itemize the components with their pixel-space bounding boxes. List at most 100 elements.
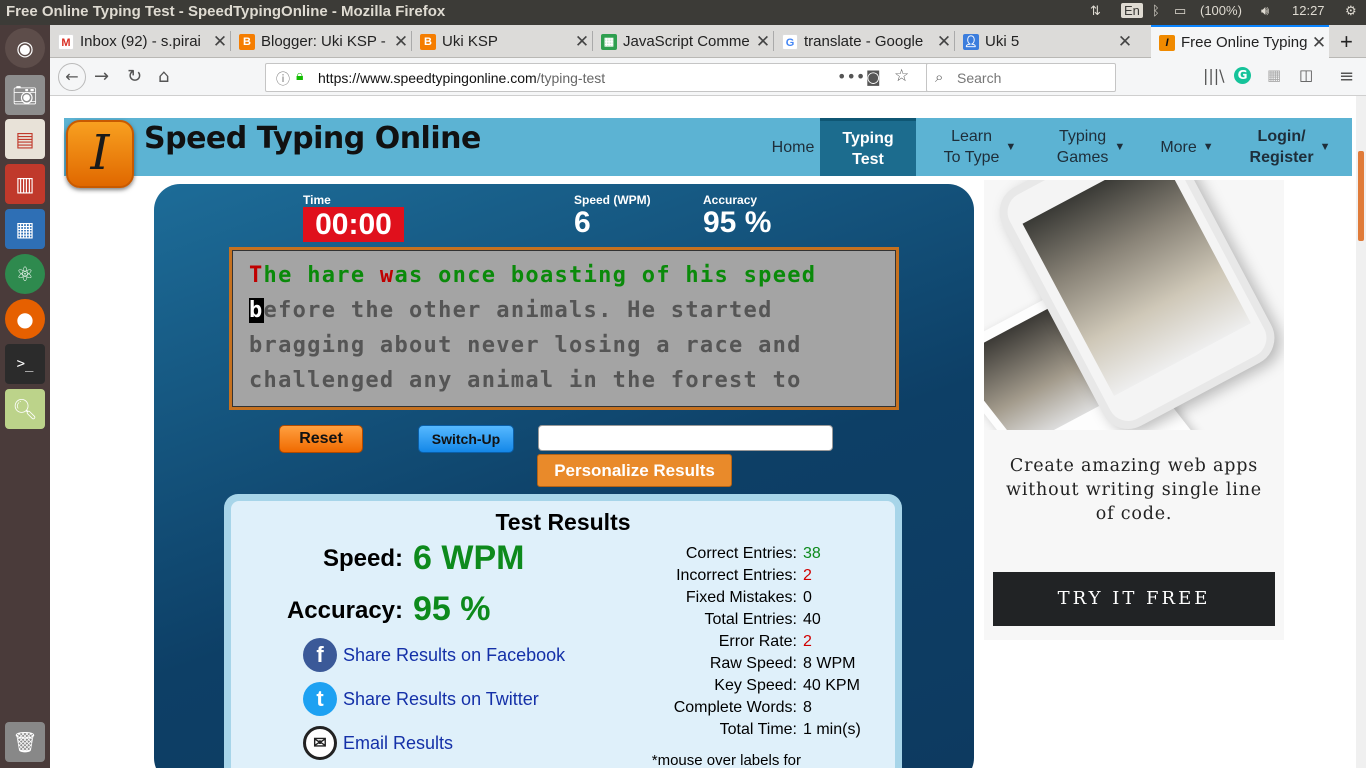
info-icon[interactable]: ⓘ [276,69,290,89]
accuracy-summary-label[interactable]: Accuracy: [271,597,403,625]
tab-uki-5[interactable]: 👤︎ Uki 5 ✕ [955,25,1135,58]
archive-icon[interactable]: ▥ [5,164,45,204]
reload-button[interactable]: ↻ [127,66,142,87]
stat-value: 40 KPM [803,677,860,694]
battery-icon[interactable]: ▭ [1174,3,1186,19]
stat-row: Key Speed: 40 KPM [631,677,871,699]
typing-text-box[interactable]: The hare was once boasting of his speed … [229,247,899,410]
stat-row: Total Entries: 40 [631,611,871,633]
grammarly-icon[interactable]: G [1234,67,1251,84]
timer-display: 00:00 [303,207,404,242]
sidebar-icon[interactable]: ◫ [1299,66,1313,84]
share-twitter-link[interactable]: t Share Results on Twitter [303,681,539,717]
personalize-results-button[interactable]: Personalize Results [537,454,732,487]
tab-uki-ksp[interactable]: B Uki KSP ✕ [412,25,592,58]
share-twitter-label[interactable]: Share Results on Twitter [343,689,539,710]
tab-label: translate - Google [804,33,924,50]
extension-icon[interactable]: ▦ [1267,66,1281,84]
stat-value: 0 [803,589,812,606]
image-viewer-icon[interactable]: 🔍︎ [5,389,45,429]
site-name[interactable]: Speed Typing Online [144,121,481,156]
library-icon[interactable]: |||\ [1203,66,1225,85]
bluetooth-icon[interactable]: ᛒ [1152,3,1160,18]
share-facebook-link[interactable]: f Share Results on Facebook [303,637,565,673]
switch-up-button[interactable]: Switch-Up [418,425,514,453]
typing-input[interactable] [538,425,833,451]
nav-typing-test[interactable]: Typing Test [820,118,916,176]
writer-icon[interactable]: ▦ [5,209,45,249]
nav-login-register[interactable]: Login/Register ▼ [1242,118,1338,176]
network-icon[interactable]: ⇅ [1090,3,1101,19]
bookmark-star-icon[interactable]: ☆ [894,66,909,86]
close-icon[interactable]: ✕ [210,32,230,52]
page-scrollbar[interactable] [1356,96,1366,768]
close-icon[interactable]: ✕ [753,32,773,52]
keyboard-layout[interactable]: En [1121,3,1143,18]
menu-icon[interactable]: ≡ [1339,66,1354,87]
tab-free-online-typing[interactable]: I Free Online Typing ✕ [1151,25,1329,58]
stat-label[interactable]: Key Speed: [714,677,797,695]
ad-try-button[interactable]: TRY IT FREE [993,572,1275,626]
scrollbar-thumb[interactable] [1358,151,1364,241]
stat-label[interactable]: Complete Words: [674,699,797,717]
speed-label: Speed (WPM) [574,193,651,207]
url-bar[interactable]: ⓘ 🔒︎ https://www.speedtypingonline.com/t… [265,63,968,92]
reset-button[interactable]: Reset [279,425,363,453]
back-button[interactable]: ← [58,63,86,91]
close-icon[interactable]: ✕ [934,32,954,52]
new-tab-button[interactable]: + [1330,25,1364,58]
document-viewer-icon[interactable]: ▤ [5,119,45,159]
tab-blogger[interactable]: B Blogger: Uki KSP - ✕ [231,25,411,58]
url-path: /typing-test [536,70,606,86]
launcher: ◉ 📷︎ ▤ ▥ ▦ ⚛ ● >_ 🔍︎ 🗑︎ [0,25,50,768]
camera-icon[interactable]: 📷︎ [5,75,45,115]
nav-label-line2: Games [1056,149,1109,166]
nav-typing-games[interactable]: Typing Games ▼ [1046,118,1136,176]
nav-learn-to-type[interactable]: Learn To Type ▼ [930,118,1030,176]
tab-translate[interactable]: G translate - Google ✕ [774,25,954,58]
stat-label[interactable]: Correct Entries: [686,545,797,563]
volume-icon[interactable]: 🔊︎ [1261,3,1269,19]
ad-text[interactable]: Create amazing web apps without writing … [1004,454,1264,526]
tab-javascript[interactable]: ▦ JavaScript Comme ✕ [593,25,773,58]
url-text[interactable]: https://www.speedtypingonline.com/typing… [318,70,605,86]
stat-label[interactable]: Fixed Mistakes: [686,589,797,607]
search-box[interactable]: ⌕ Search [926,63,1116,92]
trash-icon[interactable]: 🗑︎ [5,722,45,762]
page-actions-icon[interactable]: ••• [837,67,865,86]
stat-label[interactable]: Incorrect Entries: [676,567,797,585]
text-line-1: The hare was once boasting of his speed [249,263,817,288]
stat-value: 40 [803,611,821,628]
lock-icon[interactable]: 🔒︎ [296,68,303,84]
stat-label[interactable]: Error Rate: [719,633,797,651]
pocket-icon[interactable]: ◙ [866,68,881,86]
email-results-link[interactable]: ✉ Email Results [303,725,453,761]
nav-more[interactable]: More ▼ [1152,118,1222,176]
email-results-label[interactable]: Email Results [343,733,453,754]
stat-value: 1 min(s) [803,721,861,738]
stat-label[interactable]: Raw Speed: [710,655,797,673]
ubuntu-logo-icon[interactable]: ◉ [5,28,45,68]
gear-icon[interactable]: ⚙ [1345,3,1357,19]
home-button[interactable]: ⌂ [158,66,169,87]
typing-test-panel: Time 00:00 Speed (WPM) 6 Accuracy 95 % T… [154,184,974,768]
site-logo[interactable]: I [66,120,134,188]
share-facebook-label[interactable]: Share Results on Facebook [343,645,565,666]
forward-button[interactable]: → [94,66,109,87]
atom-icon[interactable]: ⚛ [5,254,45,294]
close-icon[interactable]: ✕ [572,32,592,52]
stat-label[interactable]: Total Entries: [705,611,797,629]
terminal-icon[interactable]: >_ [5,344,45,384]
tab-label: Blogger: Uki KSP - [261,33,386,50]
close-icon[interactable]: ✕ [391,32,411,52]
close-icon[interactable]: ✕ [1309,33,1329,53]
tab-gmail[interactable]: M Inbox (92) - s.pirai ✕ [50,25,230,58]
advertisement[interactable]: Create amazing web apps without writing … [984,180,1284,640]
stat-value: 2 [803,633,812,650]
firefox-icon[interactable]: ● [5,299,45,339]
stat-label[interactable]: Total Time: [720,721,797,739]
clock[interactable]: 12:27 [1292,3,1325,18]
battery-level[interactable]: (100%) [1200,3,1242,18]
close-icon[interactable]: ✕ [1115,32,1135,52]
speed-summary-label[interactable]: Speed: [311,545,403,573]
